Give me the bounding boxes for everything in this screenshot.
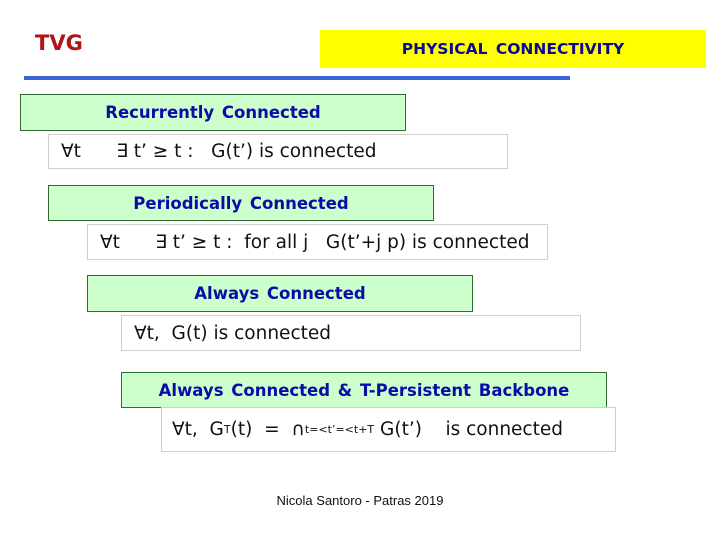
forall-icon: ∀ — [61, 141, 74, 162]
formula-text: t, G(t) is connected — [146, 322, 331, 344]
formula-subscript-t: T — [223, 423, 231, 436]
formula-text-part3: G(t’) is connected — [374, 419, 563, 440]
formula-text: t ∃ t’ ≥ t : G(t’) is connected — [73, 141, 377, 162]
forall-icon: ∀ — [100, 231, 113, 253]
intersection-icon: ∩ — [291, 419, 305, 440]
heading-t-persistent-backbone: Always Connected & T-Persistent Backbone — [121, 372, 607, 408]
formula-always-connected: ∀ t, G(t) is connected — [121, 315, 581, 351]
formula-recurrently-connected: ∀ t ∃ t’ ≥ t : G(t’) is connected — [48, 134, 508, 169]
heading-always-connected: Always Connected — [87, 275, 473, 312]
forall-icon: ∀ — [172, 419, 185, 440]
formula-text-part2: (t) = — [230, 419, 292, 440]
heading-recurrently-connected: Recurrently Connected — [20, 94, 406, 131]
forall-icon: ∀ — [134, 322, 147, 344]
formula-periodically-connected: ∀ t ∃ t’ ≥ t : for all j G(t’+j p) is con… — [87, 224, 548, 260]
slide-title: PHYSICAL CONNECTIVITY — [320, 30, 706, 68]
formula-text-part1: t, G — [184, 419, 224, 440]
slide-label-tvg: TVG — [35, 31, 83, 55]
header-rule-divider — [24, 76, 570, 80]
heading-periodically-connected: Periodically Connected — [48, 185, 434, 221]
formula-subscript-range: t=<t’=<t+T — [304, 423, 375, 436]
formula-text: t ∃ t’ ≥ t : for all j G(t’+j p) is conn… — [112, 231, 530, 253]
footer-credit: Nicola Santoro - Patras 2019 — [276, 493, 444, 508]
formula-t-persistent-backbone: ∀ t, G T (t) = ∩ t=<t’=<t+T G(t’) is connect… — [161, 407, 616, 452]
